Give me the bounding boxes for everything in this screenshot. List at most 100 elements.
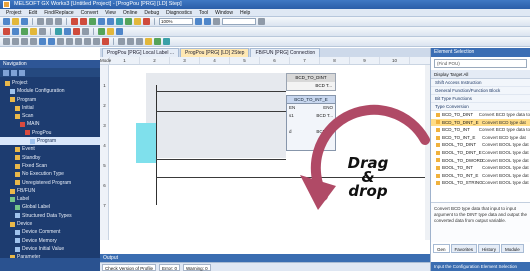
menu-convert[interactable]: Convert xyxy=(81,9,99,16)
step-icon[interactable] xyxy=(107,28,114,35)
menu-edit[interactable]: Edit xyxy=(29,9,38,16)
function-icon[interactable] xyxy=(154,38,161,45)
invert-icon[interactable] xyxy=(93,38,100,45)
display-target-select[interactable]: Display Target All xyxy=(431,70,530,79)
device-combo[interactable] xyxy=(222,18,256,25)
menu-tool[interactable]: Tool xyxy=(199,9,208,16)
paste-icon[interactable] xyxy=(55,18,62,25)
zoom-out-icon[interactable] xyxy=(204,18,211,25)
tab-favorites[interactable]: Favorites xyxy=(450,244,478,253)
monitor-icon[interactable] xyxy=(116,18,123,25)
contact-nc-icon[interactable] xyxy=(12,38,19,45)
tree-item-event[interactable]: Event xyxy=(0,145,100,153)
diagnostics-icon[interactable] xyxy=(64,28,71,35)
tree-item-progpou[interactable]: ProgPou xyxy=(0,129,100,137)
build-icon[interactable] xyxy=(134,18,141,25)
cut-icon[interactable] xyxy=(37,18,44,25)
instruction-icon[interactable] xyxy=(48,38,55,45)
instruction-row[interactable]: BOOL_TO_INT Convert BOOL type dat xyxy=(431,164,530,172)
category-item[interactable]: Type Conversion xyxy=(431,103,530,111)
instruction-row[interactable]: BOOL_TO_DINT_E Convert BOOL type dat xyxy=(431,149,530,157)
tree-item-standby[interactable]: Standby xyxy=(0,154,100,162)
tab-local-label[interactable]: ProgPou [PRG] Local Label ... xyxy=(102,48,179,57)
copy-icon[interactable] xyxy=(46,18,53,25)
category-item[interactable]: Shift Access Instruction xyxy=(431,79,530,87)
menu-window[interactable]: Window xyxy=(215,9,233,16)
save-icon[interactable] xyxy=(21,18,28,25)
instruction-row[interactable]: BCD_TO_INT_E Convert BCD type dat xyxy=(431,134,530,142)
menu-help[interactable]: Help xyxy=(240,9,250,16)
ladder-canvas[interactable]: BCD_TO_DINT BCD T... BCD_TO_INT_E EN ENO … xyxy=(110,65,430,240)
tree-item-global-label[interactable]: Global Label xyxy=(0,203,100,211)
warning-count-button[interactable]: Warning: 0 xyxy=(183,263,211,271)
redo-icon[interactable] xyxy=(80,18,87,25)
tree-item-fb-fun[interactable]: FB/FUN xyxy=(0,187,100,195)
tree-item-label[interactable]: Label xyxy=(0,195,100,203)
collapse-icon[interactable] xyxy=(3,69,9,76)
expand-icon[interactable] xyxy=(11,69,17,76)
category-item[interactable]: General Function/Function Block xyxy=(431,87,530,95)
tree-item-program[interactable]: Program xyxy=(0,96,100,104)
parallel-no-icon[interactable] xyxy=(21,38,28,45)
instruction-row[interactable]: BCD_TO_INT Convert BCD type data to xyxy=(431,126,530,134)
grid-icon[interactable] xyxy=(82,28,89,35)
statement-icon[interactable] xyxy=(127,38,134,45)
tree-item-module-configuration[interactable]: Module Configuration xyxy=(0,87,100,95)
instruction-row[interactable]: BOOL_TO_DINT Convert BOOL type dat xyxy=(431,141,530,149)
tree-item-structured-data-types[interactable]: Structured Data Types xyxy=(0,212,100,220)
menu-diagnostics[interactable]: Diagnostics xyxy=(166,9,192,16)
new-project-icon[interactable] xyxy=(3,18,10,25)
bcd-to-int-e-block[interactable]: BCD_TO_INT_E EN ENO s1 BCD T... d BCD T... xyxy=(286,95,336,151)
coil-icon[interactable] xyxy=(39,38,46,45)
find-icon[interactable] xyxy=(89,18,96,25)
instruction-row[interactable]: BOOL_TO_INT_E Convert BOOL type dat xyxy=(431,172,530,180)
open-icon[interactable] xyxy=(12,18,19,25)
instruction-row[interactable]: BOOL_TO_DWORD Convert BOOL type dat xyxy=(431,157,530,165)
tab-module[interactable]: Module xyxy=(501,244,524,253)
rising-edge-icon[interactable] xyxy=(75,38,82,45)
instruction-row[interactable]: BCD_TO_DINT_E Convert BCD type dat xyxy=(431,118,530,127)
hline-icon[interactable] xyxy=(57,38,64,45)
online-icon[interactable] xyxy=(55,28,62,35)
tree-item-device[interactable]: Device xyxy=(0,220,100,228)
settings-icon[interactable] xyxy=(213,18,220,25)
instruction-row[interactable]: BCD_TO_DINT Convert BCD type data to xyxy=(431,111,530,119)
category-item[interactable]: Bit Type Functions xyxy=(431,95,530,103)
fbd-icon[interactable] xyxy=(21,28,28,35)
tree-item-program[interactable]: Program xyxy=(0,137,100,146)
tab-general[interactable]: Gen xyxy=(433,244,450,253)
tree-item-scan[interactable]: Scan xyxy=(0,112,100,120)
menu-debug[interactable]: Debug xyxy=(144,9,159,16)
tree-item-project[interactable]: Project xyxy=(0,79,100,87)
ladder-icon[interactable] xyxy=(3,28,10,35)
zoom-in-icon[interactable] xyxy=(195,18,202,25)
tab-ladder-program[interactable]: ProgPou [PRG] [LD] 2Step xyxy=(179,48,250,57)
tree-item-main[interactable]: MAIN xyxy=(0,120,100,128)
error-jump-icon[interactable] xyxy=(73,28,80,35)
menu-view[interactable]: View xyxy=(105,9,116,16)
bcd-to-dint-block[interactable]: BCD_TO_DINT BCD T... xyxy=(286,73,336,91)
contact-no-icon[interactable] xyxy=(3,38,10,45)
zoom-select[interactable]: 100% xyxy=(159,18,193,25)
delete-line-icon[interactable] xyxy=(102,38,109,45)
read-from-plc-icon[interactable] xyxy=(107,18,114,25)
tree-item-device-memory[interactable]: Device Memory xyxy=(0,237,100,245)
write-to-plc-icon[interactable] xyxy=(98,18,105,25)
error-count-button[interactable]: Error: 0 xyxy=(159,263,181,271)
instruction-row[interactable]: BOOL_TO_STRING Convert BOOL type dat xyxy=(431,179,530,187)
undo-icon[interactable] xyxy=(71,18,78,25)
sfc-icon[interactable] xyxy=(30,28,37,35)
tree-item-no-execution-type[interactable]: No Execution Type xyxy=(0,170,100,178)
label-icon[interactable] xyxy=(39,28,46,35)
fb-icon[interactable] xyxy=(145,38,152,45)
falling-edge-icon[interactable] xyxy=(84,38,91,45)
element-search-input[interactable]: (Find POU) xyxy=(434,59,527,68)
vline-icon[interactable] xyxy=(66,38,73,45)
tab-history[interactable]: History xyxy=(478,244,501,253)
check-profile-button[interactable]: Check Version of Profile xyxy=(102,263,157,271)
convert-icon[interactable] xyxy=(125,18,132,25)
stop-icon[interactable] xyxy=(143,18,150,25)
label-insert-icon[interactable] xyxy=(163,38,170,45)
dropdown-icon[interactable] xyxy=(258,18,265,25)
note-icon[interactable] xyxy=(136,38,143,45)
